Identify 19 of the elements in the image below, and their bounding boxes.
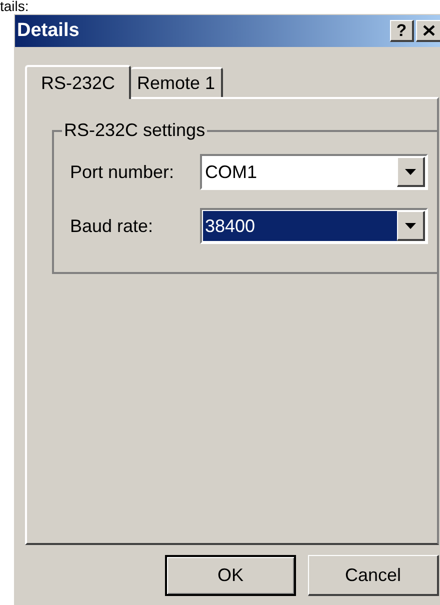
dropdown-value: 38400 [203,211,397,241]
group-title: RS-232C settings [62,120,208,140]
dropdown-arrow-button[interactable] [397,211,425,241]
close-button[interactable] [416,20,440,42]
dialog-button[interactable]: Cancel [308,555,439,596]
help-button[interactable]: ? [390,20,414,42]
caret-icon [405,222,416,228]
caption-text: tails: [0,0,30,12]
field-label: Port number: [70,160,176,184]
tab[interactable]: RS-232C [25,65,132,99]
caret-icon [405,168,416,174]
dropdown[interactable]: COM1 [200,154,428,190]
field-label: Baud rate: [70,214,154,238]
dropdown[interactable]: 38400 [200,208,428,244]
tab[interactable]: Remote 1 [131,67,224,97]
window-title: Details [17,18,80,43]
close-icon [422,25,434,36]
dropdown-arrow-button[interactable] [397,157,425,187]
dialog-button[interactable]: OK [165,555,296,596]
